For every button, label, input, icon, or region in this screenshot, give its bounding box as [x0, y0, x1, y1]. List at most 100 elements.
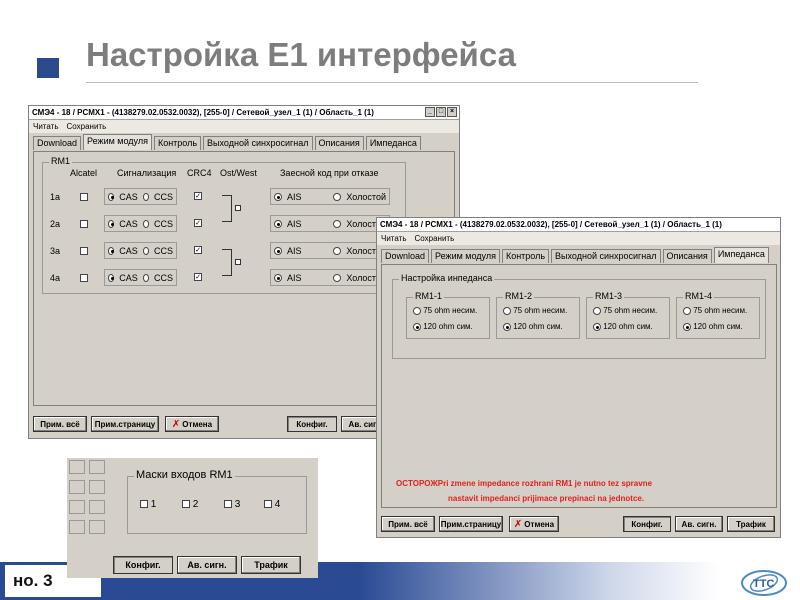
close-icon[interactable]: ×: [447, 107, 457, 117]
traffic-button[interactable]: Трафик: [241, 556, 301, 574]
apply-page-button[interactable]: Прим.страницу: [439, 516, 503, 532]
window-titlebar[interactable]: СМЭ4 - 18 / PCMX1 - (4138279.02.0532.003…: [29, 106, 459, 120]
impedance-warning-line1: OCTOPOЖPri zmene impedance rozhrani RM1 …: [396, 479, 653, 488]
grid-cell: [89, 480, 105, 494]
crc4-checkbox-1a[interactable]: ✓: [194, 192, 202, 200]
rm1-3-120-label: 120 ohm сим.: [603, 322, 653, 331]
crc4-checkbox-2a[interactable]: ✓: [194, 219, 202, 227]
menu-read[interactable]: Читать: [381, 234, 406, 243]
tab-impedance[interactable]: Импеданса: [713, 247, 769, 263]
cas-radio-4a[interactable]: [108, 273, 115, 282]
tab-module-mode[interactable]: Режим модуля: [431, 249, 500, 263]
row-label-2a: 2a: [50, 219, 61, 229]
alcatel-checkbox-1a[interactable]: [80, 193, 88, 201]
grid-cell: [89, 520, 105, 534]
input-masks-group: Маски входов RM1 1 2 3 4: [127, 469, 307, 534]
ais-radio-2a[interactable]: [274, 219, 282, 228]
apply-all-button[interactable]: Прим. всё: [33, 416, 87, 432]
alcatel-checkbox-2a[interactable]: [80, 220, 88, 228]
tab-control[interactable]: Контроль: [501, 249, 550, 263]
rm1-1-75-radio[interactable]: [413, 306, 421, 315]
tab-descriptions[interactable]: Описания: [314, 136, 364, 150]
mask-checkbox-3[interactable]: [224, 500, 232, 509]
ost-west-toggle-1-2[interactable]: [235, 205, 241, 211]
rm1-3-75-radio[interactable]: [593, 306, 601, 315]
cas-radio-3a[interactable]: [108, 246, 115, 255]
idle-radio-2a[interactable]: [333, 219, 342, 228]
tab-descriptions[interactable]: Описания: [662, 249, 712, 263]
config-button[interactable]: Конфиг.: [287, 416, 337, 432]
ccs-radio-2a[interactable]: [142, 219, 149, 228]
alarm-button[interactable]: Ав. сигн.: [177, 556, 237, 574]
ccs-radio-3a[interactable]: [142, 246, 149, 255]
ais-radio-3a[interactable]: [274, 246, 282, 255]
rm1-2-75-label: 75 ohm несим.: [513, 306, 568, 315]
rm1-1-75-label: 75 ohm несим.: [423, 306, 478, 315]
mask-checkbox-1[interactable]: [140, 500, 148, 509]
mask-checkbox-4[interactable]: [264, 500, 272, 509]
crc4-checkbox-4a[interactable]: ✓: [194, 273, 202, 281]
rm1-4-120-radio[interactable]: [683, 322, 691, 331]
rm1-2-75-radio[interactable]: [503, 306, 511, 315]
rm1-1-120-radio[interactable]: [413, 322, 421, 331]
minimize-icon[interactable]: _: [425, 107, 435, 117]
cancel-button[interactable]: ✗ Отмена: [509, 516, 559, 532]
tab-download[interactable]: Download: [33, 136, 82, 150]
grid-cell: [89, 460, 105, 474]
apply-all-button[interactable]: Прим. всё: [381, 516, 435, 532]
menu-save[interactable]: Сохранить: [66, 122, 106, 131]
rm1-1-75-option: 75 ohm несим.: [413, 306, 477, 315]
window-title: СМЭ4 - 18 / PCMX1 - (4138279.02.0532.003…: [32, 108, 374, 117]
alcatel-checkbox-3a[interactable]: [80, 247, 88, 255]
ccs-radio-1a[interactable]: [142, 192, 149, 201]
rm1-2-120-radio[interactable]: [503, 322, 511, 331]
crc4-checkbox-3a[interactable]: ✓: [194, 246, 202, 254]
menu-read[interactable]: Читать: [33, 122, 58, 131]
window-titlebar[interactable]: СМЭ4 - 18 / PCMX1 - (4138279.02.0532.003…: [377, 218, 780, 232]
rm1-2-120-label: 120 ohm сим.: [513, 322, 563, 331]
tab-download[interactable]: Download: [381, 249, 430, 263]
rm1-4-75-option: 75 ohm несим.: [683, 306, 747, 315]
cas-radio-2a[interactable]: [108, 219, 115, 228]
alarm-button[interactable]: Ав. сигн.: [675, 516, 723, 532]
idle-radio-1a[interactable]: [333, 192, 342, 201]
tab-output-sync[interactable]: Выходной синхросигнал: [203, 136, 313, 150]
rm1-3-120-radio[interactable]: [593, 322, 601, 331]
maximize-icon[interactable]: □: [436, 107, 446, 117]
cas-radio-1a[interactable]: [108, 192, 115, 201]
ost-west-toggle-3-4[interactable]: [235, 259, 241, 265]
title-bullet-square: [37, 58, 59, 78]
mask-label-3: 3: [234, 499, 241, 510]
ais-radio-1a[interactable]: [274, 192, 282, 201]
rm1-3-120-option: 120 ohm сим.: [593, 322, 653, 331]
mask-item-4: 4: [264, 499, 280, 510]
cancel-button[interactable]: ✗ Отмена: [165, 416, 219, 432]
ccs-radio-4a[interactable]: [142, 273, 149, 282]
signalling-group-2a: CAS CCS: [104, 215, 177, 232]
tab-module-mode[interactable]: Режим модуля: [83, 134, 152, 150]
company-logo-icon: ТТС: [741, 570, 787, 596]
rm1-4-120-option: 120 ohm сим.: [683, 322, 743, 331]
ost-west-link-3-4: [222, 249, 232, 276]
config-button[interactable]: Конфиг.: [623, 516, 671, 532]
idle-radio-4a[interactable]: [333, 273, 342, 282]
ais-radio-4a[interactable]: [274, 273, 282, 282]
apply-page-label: Прим.страницу: [94, 419, 156, 429]
signalling-group-3a: CAS CCS: [104, 242, 177, 259]
apply-page-button[interactable]: Прим.страницу: [91, 416, 159, 432]
rm1-4-75-radio[interactable]: [683, 306, 691, 315]
rm1-1-group: RM1-1 75 ohm несим. 120 ohm сим.: [406, 291, 490, 339]
traffic-button[interactable]: Трафик: [727, 516, 775, 532]
mask-checkbox-2[interactable]: [182, 500, 190, 509]
cas-label: CAS: [119, 272, 138, 283]
config-button[interactable]: Конфиг.: [113, 556, 173, 574]
menu-bar: Читать Сохранить: [377, 232, 780, 245]
tab-impedance[interactable]: Импеданса: [365, 136, 421, 150]
tab-control[interactable]: Контроль: [153, 136, 202, 150]
menu-save[interactable]: Сохранить: [414, 234, 454, 243]
rm1-2-120-option: 120 ohm сим.: [503, 322, 563, 331]
idle-radio-3a[interactable]: [333, 246, 342, 255]
alcatel-checkbox-4a[interactable]: [80, 274, 88, 282]
tab-output-sync[interactable]: Выходной синхросигнал: [551, 249, 661, 263]
rm1-3-75-option: 75 ohm несим.: [593, 306, 657, 315]
